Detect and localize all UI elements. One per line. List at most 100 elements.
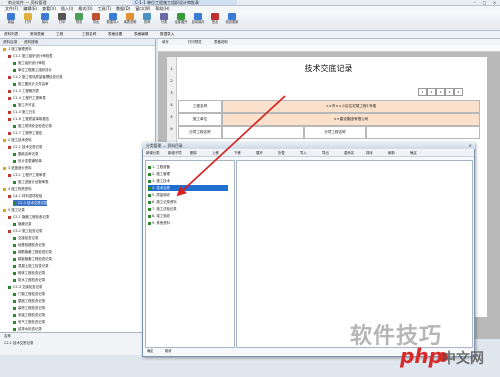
page-button[interactable]: 1: [418, 88, 427, 96]
toolbar-button[interactable]: 分类: [157, 13, 171, 29]
page-button[interactable]: 5: [454, 88, 463, 96]
tree-item[interactable]: 钢筋隐蔽工程检查记录: [13, 249, 52, 255]
dialog-close-button[interactable]: ×: [469, 142, 472, 149]
tree-item[interactable]: 安装工程检查记录: [13, 312, 45, 318]
tree-item[interactable]: 5 施工记录: [3, 207, 25, 213]
dialog-menu-item[interactable]: 折叠: [278, 150, 285, 156]
dialog-ok-button[interactable]: 确定: [147, 348, 153, 354]
tab-item[interactable]: 表格编辑: [134, 31, 148, 38]
dialog-tree-item[interactable]: 8. 竣工验收: [148, 213, 228, 219]
dialog-tree-item[interactable]: 6. 施工记录资料: [148, 199, 228, 205]
tab-item[interactable]: 工程: [56, 31, 63, 38]
tree-item[interactable]: C1-3 工程概况表: [8, 88, 39, 94]
tree-item[interactable]: 砌体工程检查记录: [13, 270, 45, 276]
toolbar-button[interactable]: 保存: [38, 13, 52, 29]
page-button[interactable]: 4: [445, 88, 454, 96]
form-value-cell[interactable]: ××市××小区住宅楼工程1号楼: [222, 100, 480, 113]
dialog-menu-item[interactable]: 排序: [366, 150, 373, 156]
toolbar-button[interactable]: 打开: [21, 13, 35, 29]
toolbar-button[interactable]: 打印: [55, 13, 69, 29]
tree-item[interactable]: 2 施工技术资料: [3, 137, 32, 143]
tree-item[interactable]: 电气工程检查记录: [13, 319, 45, 325]
dialog-menu-item[interactable]: 重命名: [344, 150, 354, 156]
tab-search[interactable]: 资料搜索: [24, 39, 38, 45]
tree-item[interactable]: 施工许可证: [13, 102, 35, 108]
tree-item[interactable]: 3 进度造价资料: [3, 165, 32, 171]
minimize-button[interactable]: –: [470, 0, 479, 5]
dialog-menu-item[interactable]: 导出: [322, 150, 329, 156]
dialog-tree-item[interactable]: 2. 施工管理: [148, 171, 228, 177]
toolbar-button[interactable]: 导出: [89, 13, 103, 29]
tree-item[interactable]: C1-5 施工日志: [8, 109, 36, 115]
tree-item[interactable]: 设计变更通知单: [13, 158, 42, 164]
toolbar-button[interactable]: 预览: [72, 13, 86, 29]
dialog-tree-item[interactable]: 7. 施工试验记录: [148, 206, 228, 212]
tree-item[interactable]: C5-2 施工检查记录: [8, 228, 42, 234]
dialog-menu-item[interactable]: 确定: [410, 150, 417, 156]
toolbar-button[interactable]: 填表说明: [123, 13, 137, 29]
dialog-menu-item[interactable]: 上移: [212, 150, 219, 156]
tree-item[interactable]: C1-2 施工现场质量管理检查记录: [8, 74, 63, 80]
tree-item[interactable]: 图纸会审记录: [13, 151, 38, 157]
tree-item[interactable]: 防水工程检查记录: [13, 277, 45, 283]
tree-item[interactable]: 模板隐蔽工程检查记录: [13, 256, 52, 262]
tree-item[interactable]: 装饰工程检查记录: [13, 305, 45, 311]
tree-item[interactable]: 门窗工程检查记录: [13, 291, 45, 297]
tree-item[interactable]: 屋面工程检查记录: [13, 298, 45, 304]
tab-item[interactable]: 资料列表: [4, 31, 18, 38]
tree-item[interactable]: 4 施工物资资料: [3, 186, 32, 192]
form-value-cell[interactable]: [366, 126, 480, 139]
dialog-menu-item[interactable]: 删除: [190, 150, 197, 156]
tree-item[interactable]: C3-1 工程开工报审表: [8, 172, 46, 178]
page-button[interactable]: 3: [436, 88, 445, 96]
tree-item[interactable]: 施工现场安全检查记录: [13, 123, 52, 129]
dialog-tree-item[interactable]: 9. 其他资料: [148, 220, 228, 226]
maximize-button[interactable]: □: [480, 0, 489, 5]
toolbar-button[interactable]: 检查更新: [225, 13, 239, 29]
tree-item[interactable]: 隐蔽记录: [13, 221, 32, 227]
form-value-cell[interactable]: [222, 126, 304, 139]
tab-catalog[interactable]: 资料目录: [3, 39, 17, 45]
tree-item[interactable]: C1-6 工程质量事故报告: [8, 116, 49, 122]
tree-item[interactable]: 1 施工管理资料: [3, 46, 32, 52]
tree-item[interactable]: 交接检查记录: [13, 235, 38, 241]
dialog-menu-item[interactable]: 展开: [256, 150, 263, 156]
dialog-menu-item[interactable]: 下移: [234, 150, 241, 156]
tree-item[interactable]: C5-3 交接检查记录: [8, 284, 42, 290]
tree-item[interactable]: C1-7 工程停工报告: [8, 130, 42, 136]
tab-item[interactable]: 表格设置: [108, 31, 122, 38]
dialog-menu-item[interactable]: 新增分类: [146, 150, 160, 156]
tree-item[interactable]: C2-1 技术交底记录: [8, 144, 42, 150]
dialog-tree-item[interactable]: 3. 施工技术: [148, 178, 228, 184]
tree-item[interactable]: C5-1 隐蔽工程验收记录: [8, 214, 49, 220]
tree-item[interactable]: 单位工程施工组织设计: [13, 67, 52, 73]
tree-item[interactable]: C1-4 工程开工报审表: [8, 95, 46, 101]
tree-item[interactable]: C1-1 施工组织设计审批表: [8, 53, 53, 59]
tree-item[interactable]: C2-3 技术交底记录: [13, 200, 48, 206]
page-button[interactable]: 2: [427, 88, 436, 96]
close-button[interactable]: ×: [490, 0, 499, 5]
toolbar-button[interactable]: 查询: [140, 13, 154, 29]
tree-item[interactable]: C4-1 材料进场检验: [8, 193, 42, 199]
form-value-cell[interactable]: ××建设集团有限公司: [222, 113, 480, 126]
tab-item[interactable]: 常用表格: [30, 31, 44, 38]
toolbar-button[interactable]: 新建: [4, 13, 18, 29]
toolbar-button[interactable]: 自动保存: [191, 13, 205, 29]
tab-item[interactable]: 数据录入: [160, 31, 174, 38]
toolbar-button[interactable]: 签名: [208, 13, 222, 29]
toolbar-button[interactable]: 数据导入: [106, 13, 120, 29]
dialog-tree-item[interactable]: 4. 技术交底: [148, 185, 228, 191]
tab-item[interactable]: 工程名称: [82, 31, 96, 38]
toolbar-button[interactable]: 全部展开: [174, 13, 188, 29]
dialog-tree-item[interactable]: 1. 工程准备: [148, 164, 228, 170]
tree-item[interactable]: 施工图设计文件会审: [13, 81, 49, 87]
tree-item[interactable]: 给排水检查记录: [13, 326, 42, 331]
tree-item[interactable]: 混凝土施工检查记录: [13, 263, 49, 269]
tree-item[interactable]: 施工组织设计审批: [13, 60, 45, 66]
dialog-menu-item[interactable]: 刷新: [388, 150, 395, 156]
dialog-menu-item[interactable]: 导入: [300, 150, 307, 156]
dialog-menu-item[interactable]: 新增子项: [168, 150, 182, 156]
dialog-tree-item[interactable]: 5. 质量验收: [148, 192, 228, 198]
tree-item[interactable]: 施工进度计划报审表: [13, 179, 49, 185]
tree-item[interactable]: 地基验槽检查记录: [13, 242, 45, 248]
